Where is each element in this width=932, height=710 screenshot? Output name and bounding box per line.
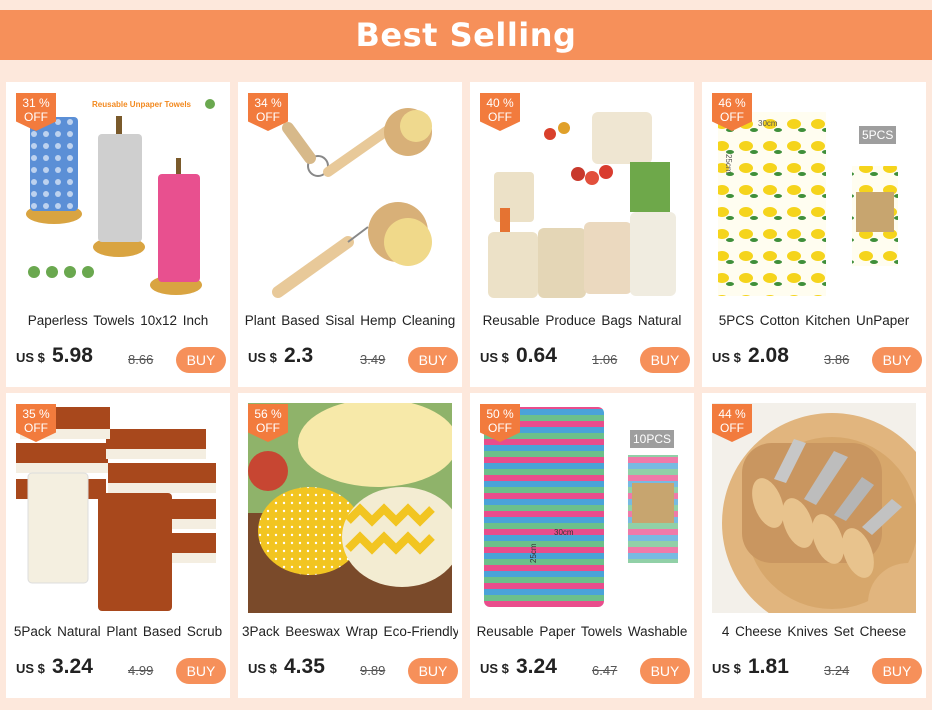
product-title[interactable]: Reusable Produce Bags Natural — [474, 313, 690, 328]
currency-label: US $ — [712, 661, 741, 676]
discount-off-label: OFF — [24, 110, 48, 124]
product-price: 2.3 — [284, 344, 314, 367]
product-price: 1.81 — [748, 655, 789, 678]
buy-button[interactable]: BUY — [872, 347, 922, 373]
product-price: 2.08 — [748, 344, 789, 367]
pack-count-tag: 5PCS — [859, 126, 897, 144]
size-height-label: 25cm — [724, 154, 733, 174]
product-card[interactable]: 30cm 25cm 5PCS 46 % OFF 5PCS Cotton Kitc… — [702, 82, 926, 387]
buy-button[interactable]: BUY — [640, 658, 690, 684]
discount-percent: 34 % — [254, 96, 282, 110]
discount-off-label: OFF — [720, 110, 744, 124]
buy-button[interactable]: BUY — [176, 658, 226, 684]
product-price: 0.64 — [516, 344, 557, 367]
pack-count-tag: 10PCS — [630, 430, 675, 448]
discount-off-label: OFF — [720, 421, 744, 435]
buy-button[interactable]: BUY — [640, 347, 690, 373]
product-price: 3.24 — [516, 655, 557, 678]
original-price: 3.49 — [360, 352, 386, 367]
buy-button[interactable]: BUY — [176, 347, 226, 373]
product-title[interactable]: 3Pack Beeswax Wrap Eco-Friendly — [242, 624, 458, 639]
product-card[interactable]: 56 % OFF 3Pack Beeswax Wrap Eco-Friendly… — [238, 393, 462, 698]
original-price: 8.66 — [128, 352, 154, 367]
original-price: 1.06 — [592, 352, 618, 367]
original-price: 4.99 — [128, 663, 154, 678]
product-card[interactable]: 34 % OFF Plant Based Sisal Hemp Cleaning… — [238, 82, 462, 387]
currency-label: US $ — [712, 350, 741, 365]
discount-off-label: OFF — [488, 110, 512, 124]
product-price: 4.35 — [284, 655, 325, 678]
discount-percent: 44 % — [718, 407, 746, 421]
size-width-label: 30cm — [758, 119, 778, 128]
product-price: 5.98 — [52, 344, 93, 367]
discount-percent: 56 % — [254, 407, 282, 421]
discount-percent: 35 % — [22, 407, 50, 421]
discount-percent: 50 % — [486, 407, 514, 421]
section-title: Best Selling — [355, 16, 577, 54]
original-price: 3.24 — [824, 663, 850, 678]
buy-button[interactable]: BUY — [872, 658, 922, 684]
size-width-label: 30cm — [554, 528, 574, 537]
best-selling-banner: Best Selling — [0, 10, 932, 60]
product-card[interactable]: 35 % OFF 5Pack Natural Plant Based Scrub… — [6, 393, 230, 698]
discount-percent: 46 % — [718, 96, 746, 110]
product-title[interactable]: 5PCS Cotton Kitchen UnPaper — [706, 313, 922, 328]
discount-off-label: OFF — [256, 421, 280, 435]
product-title[interactable]: Paperless Towels 10x12 Inch — [10, 313, 226, 328]
product-card[interactable]: Reusable Unpaper Towels 31 % OFF Paperle… — [6, 82, 230, 387]
original-price: 3.86 — [824, 352, 850, 367]
currency-label: US $ — [16, 661, 45, 676]
discount-off-label: OFF — [24, 421, 48, 435]
product-card[interactable]: 30cm 25cm 10PCS 50 % OFF Reusable Paper … — [470, 393, 694, 698]
currency-label: US $ — [248, 661, 277, 676]
image-caption-text: Reusable Unpaper Towels — [92, 100, 192, 109]
product-title[interactable]: Reusable Paper Towels Washable — [474, 624, 690, 639]
currency-label: US $ — [16, 350, 45, 365]
discount-off-label: OFF — [488, 421, 512, 435]
product-price: 3.24 — [52, 655, 93, 678]
discount-percent: 31 % — [22, 96, 50, 110]
currency-label: US $ — [480, 350, 509, 365]
discount-percent: 40 % — [486, 96, 514, 110]
currency-label: US $ — [248, 350, 277, 365]
currency-label: US $ — [480, 661, 509, 676]
product-card[interactable]: 44 % OFF 4 Cheese Knives Set Cheese US $… — [702, 393, 926, 698]
original-price: 9.89 — [360, 663, 386, 678]
product-card[interactable]: 40 % OFF Reusable Produce Bags Natural U… — [470, 82, 694, 387]
discount-off-label: OFF — [256, 110, 280, 124]
product-title[interactable]: 4 Cheese Knives Set Cheese — [706, 624, 922, 639]
buy-button[interactable]: BUY — [408, 658, 458, 684]
buy-button[interactable]: BUY — [408, 347, 458, 373]
original-price: 6.47 — [592, 663, 618, 678]
size-height-label: 25cm — [529, 543, 538, 563]
product-title[interactable]: Plant Based Sisal Hemp Cleaning — [242, 313, 458, 328]
product-title[interactable]: 5Pack Natural Plant Based Scrub — [10, 624, 226, 639]
